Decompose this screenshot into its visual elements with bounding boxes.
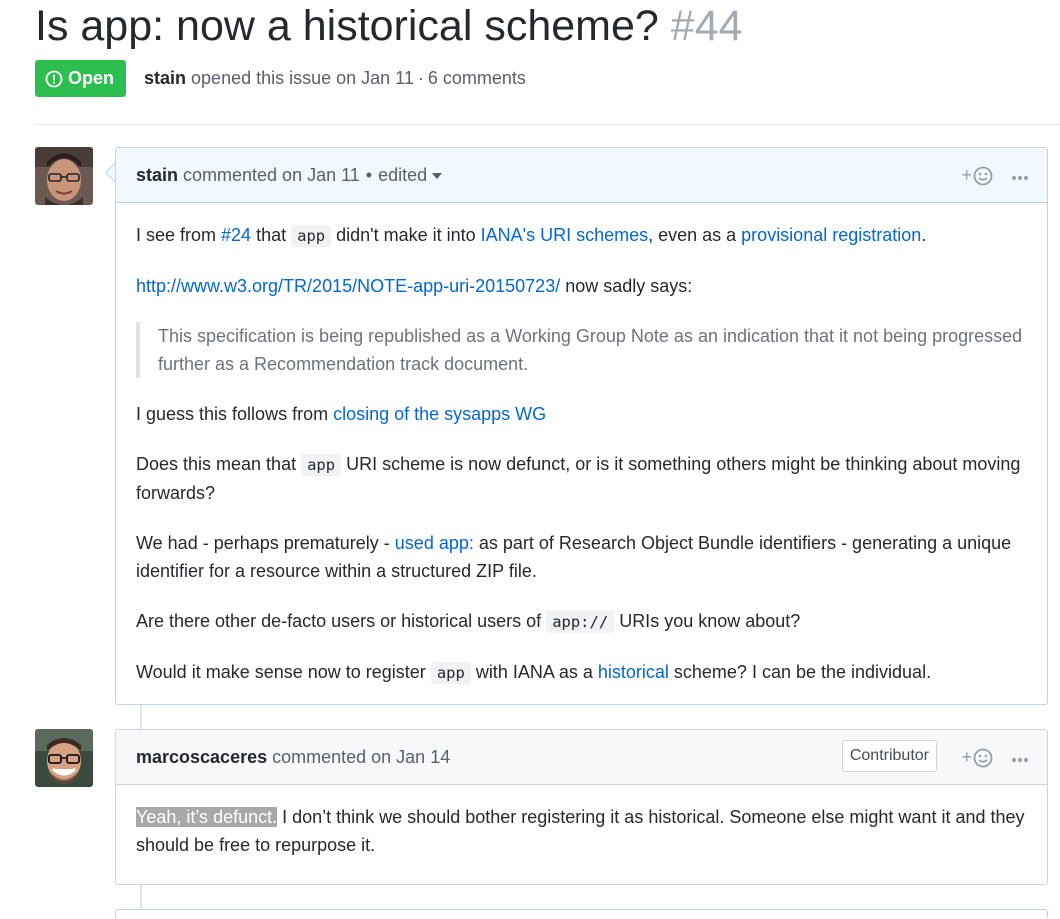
text: that bbox=[251, 225, 292, 245]
inline-code: app bbox=[301, 454, 342, 476]
kebab-horizontal-icon[interactable] bbox=[1011, 165, 1029, 186]
text: , even as a bbox=[648, 225, 742, 245]
avatar[interactable] bbox=[35, 729, 93, 787]
blockquote: This specification is being republished … bbox=[136, 322, 1027, 378]
add-reaction-button[interactable]: + bbox=[961, 747, 993, 768]
issue-title: Is app: now a historical scheme? #44 bbox=[35, 0, 743, 52]
comment-count: 6 comments bbox=[427, 68, 526, 88]
text: Does this mean that bbox=[136, 454, 302, 474]
edited-dot: • bbox=[365, 164, 373, 185]
timeline-line bbox=[140, 705, 142, 730]
state-label: Open bbox=[68, 68, 115, 88]
text: We had - perhaps prematurely - bbox=[136, 533, 395, 553]
paragraph: http://www.w3.org/TR/2015/NOTE-app-uri-2… bbox=[136, 272, 1027, 300]
text: Would it make sense now to register bbox=[136, 662, 431, 682]
paragraph: I guess this follows from closing of the… bbox=[136, 400, 1027, 428]
provisional-link[interactable]: provisional registration bbox=[741, 225, 921, 245]
opened-text: opened this issue on Jan 11 bbox=[191, 68, 414, 88]
timeline-line bbox=[140, 885, 142, 910]
plus-sign: + bbox=[961, 165, 972, 185]
text: . bbox=[921, 225, 927, 245]
caret-down-icon bbox=[432, 172, 443, 179]
text: I see from bbox=[136, 225, 222, 245]
paragraph: Does this mean that app URI scheme is no… bbox=[136, 450, 1027, 507]
text: scheme? I can be the individual. bbox=[668, 662, 932, 682]
sysapps-link[interactable]: closing of the sysapps WG bbox=[333, 404, 546, 424]
issue-opened-icon bbox=[45, 70, 63, 87]
contributor-badge: Contributor bbox=[841, 740, 937, 772]
state-badge: Open bbox=[35, 60, 127, 97]
inline-code: app bbox=[430, 662, 471, 684]
meta-separator: · bbox=[417, 68, 424, 88]
text: with IANA as a bbox=[470, 662, 598, 682]
paragraph: Would it make sense now to register app … bbox=[136, 658, 1027, 687]
comment-author-link[interactable]: stain bbox=[136, 165, 178, 186]
comment-body: Yeah, it’s defunct. I don’t think we sho… bbox=[116, 785, 1047, 873]
edited-label: edited bbox=[378, 164, 428, 185]
issue-author-link[interactable]: stain bbox=[144, 68, 186, 89]
inline-code: app bbox=[291, 225, 332, 247]
w3c-note-link[interactable]: http://www.w3.org/TR/2015/NOTE-app-uri-2… bbox=[136, 276, 560, 296]
text: now sadly says: bbox=[560, 276, 693, 296]
comment: marcoscaceres commented on Jan 14 Contri… bbox=[115, 729, 1048, 885]
paragraph: Are there other de-facto users or histor… bbox=[136, 607, 1027, 636]
issue-number: #44 bbox=[670, 2, 743, 50]
paragraph: I see from #24 that app didn't make it i… bbox=[136, 221, 1027, 250]
comment-header: stain commented on Jan 11 • edited + bbox=[116, 148, 1047, 203]
comment-header: marcoscaceres commented on Jan 14 Contri… bbox=[116, 730, 1047, 785]
plus-sign: + bbox=[961, 747, 972, 767]
iana-link[interactable]: IANA's URI schemes bbox=[481, 225, 648, 245]
avatar[interactable] bbox=[35, 909, 93, 915]
text: Are there other de-facto users or histor… bbox=[136, 611, 547, 631]
avatar[interactable] bbox=[35, 147, 93, 205]
smiley-icon bbox=[973, 748, 993, 767]
text: URIs you know about? bbox=[614, 611, 801, 631]
text: didn't make it into bbox=[331, 225, 481, 245]
comment-author-link[interactable]: marcoscaceres bbox=[136, 747, 267, 768]
used-app-link[interactable]: used app: bbox=[395, 533, 474, 553]
inline-code: app:// bbox=[546, 611, 615, 633]
issue-meta: Open stain opened this issue on Jan 11 ·… bbox=[35, 60, 526, 97]
add-reaction-button[interactable]: + bbox=[961, 165, 993, 186]
issue-link[interactable]: #24 bbox=[221, 225, 251, 245]
text: I guess this follows from bbox=[136, 404, 334, 424]
comment-body: I see from #24 that app didn't make it i… bbox=[116, 203, 1047, 701]
historical-link[interactable]: historical bbox=[598, 662, 669, 682]
selected-text: Yeah, it’s defunct. bbox=[136, 807, 278, 827]
comment-action: commented on Jan 14 bbox=[272, 746, 451, 767]
comment-actions: + bbox=[961, 730, 1029, 785]
smiley-icon bbox=[973, 166, 993, 185]
edited-dropdown[interactable]: edited bbox=[378, 164, 443, 186]
issue-title-text: Is app: now a historical scheme? bbox=[35, 2, 659, 50]
comment bbox=[115, 909, 1048, 919]
comment: stain commented on Jan 11 • edited + I s… bbox=[115, 147, 1048, 705]
paragraph: We had - perhaps prematurely - used app:… bbox=[136, 529, 1027, 585]
comment-actions: + bbox=[961, 148, 1029, 203]
kebab-horizontal-icon[interactable] bbox=[1011, 747, 1029, 768]
comment-action: commented on Jan 11 bbox=[183, 164, 360, 185]
header-divider bbox=[35, 124, 1060, 125]
paragraph: Yeah, it’s defunct. I don’t think we sho… bbox=[136, 803, 1027, 859]
